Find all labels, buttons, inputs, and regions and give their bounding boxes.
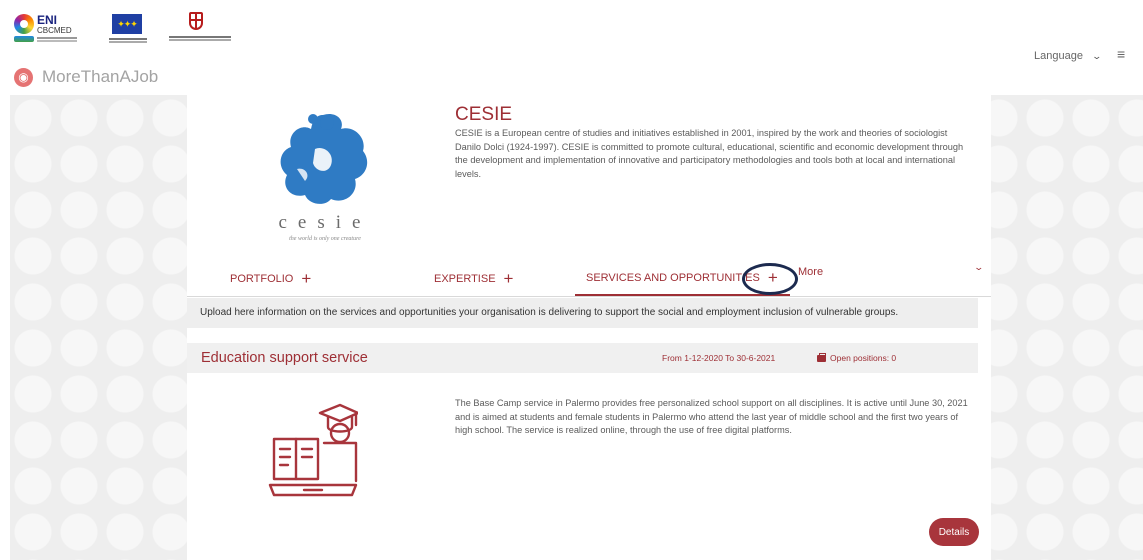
site-header: ENI CBCMED ✦✦✦ ◉ MoreThanAJob Language ⌄… (0, 0, 1143, 95)
sardinia-region-logo (169, 12, 239, 48)
eni-sun-icon (14, 14, 34, 34)
open-positions: Open positions: 0 (817, 343, 896, 373)
cesie-logo-word: cesie (278, 212, 372, 233)
sardinia-crest-icon (189, 12, 203, 30)
eni-logo-fineprint (37, 37, 77, 39)
cesie-logo-tagline: the world is only one creature (289, 236, 361, 242)
brand-logo-icon: ◉ (14, 67, 33, 87)
plus-icon: + (503, 269, 514, 288)
service-description: The Base Camp service in Palermo provide… (455, 398, 968, 436)
language-label: Language (1034, 50, 1083, 62)
tab-more[interactable]: More (798, 255, 823, 289)
service-header: Education support service From 1-12-2020… (187, 343, 978, 373)
eni-logo-subtitle: CBCMED (37, 26, 72, 35)
org-description: CESIE is a European centre of studies an… (455, 128, 964, 179)
brand-link[interactable]: ◉ MoreThanAJob (14, 67, 158, 87)
eu-logo-fineprint (109, 38, 147, 40)
tab-expertise[interactable]: EXPERTISE + (434, 262, 513, 296)
eu-flag-logo: ✦✦✦ (109, 12, 149, 48)
chevron-down-icon[interactable]: ⌄ (973, 262, 984, 273)
open-positions-label: Open positions: 0 (830, 353, 897, 363)
cesie-logo: cesie the world is only one creature (255, 104, 395, 249)
tab-services-label: SERVICES AND OPPORTUNITIES (586, 272, 760, 284)
education-laptop-icon (268, 403, 358, 497)
service-title: Education support service (201, 350, 368, 366)
brand-name: MoreThanAJob (42, 67, 159, 86)
eni-logo-title: ENI (37, 13, 58, 27)
sardinia-logo-fineprint (169, 36, 231, 38)
partner-logos: ENI CBCMED ✦✦✦ (14, 12, 239, 48)
cesie-blob-icon (280, 113, 368, 204)
chevron-down-icon: ⌄ (1091, 50, 1103, 61)
tab-portfolio-label: PORTFOLIO (230, 273, 294, 285)
profile-tabs: PORTFOLIO + EXPERTISE + SERVICES AND OPP… (187, 262, 991, 297)
highlight-ring-annotation (742, 263, 798, 295)
language-selector[interactable]: Language ⌄ (1034, 50, 1103, 62)
tabs-divider (187, 296, 991, 297)
tab-expertise-label: EXPERTISE (434, 273, 496, 285)
plus-icon: + (301, 269, 312, 288)
eu-flag-icon: ✦✦✦ (112, 14, 142, 34)
org-title: CESIE (455, 104, 513, 125)
service-dates: From 1-12-2020 To 30-6-2021 (662, 353, 776, 363)
hamburger-menu-icon[interactable]: ≡ (1117, 46, 1125, 62)
eni-cbcmed-logo: ENI CBCMED (14, 12, 89, 48)
eni-wave-icon (14, 36, 34, 42)
briefcase-icon (817, 352, 826, 362)
tab-portfolio[interactable]: PORTFOLIO + (230, 262, 311, 296)
services-notice: Upload here information on the services … (187, 298, 978, 328)
details-button[interactable]: Details (929, 518, 979, 546)
